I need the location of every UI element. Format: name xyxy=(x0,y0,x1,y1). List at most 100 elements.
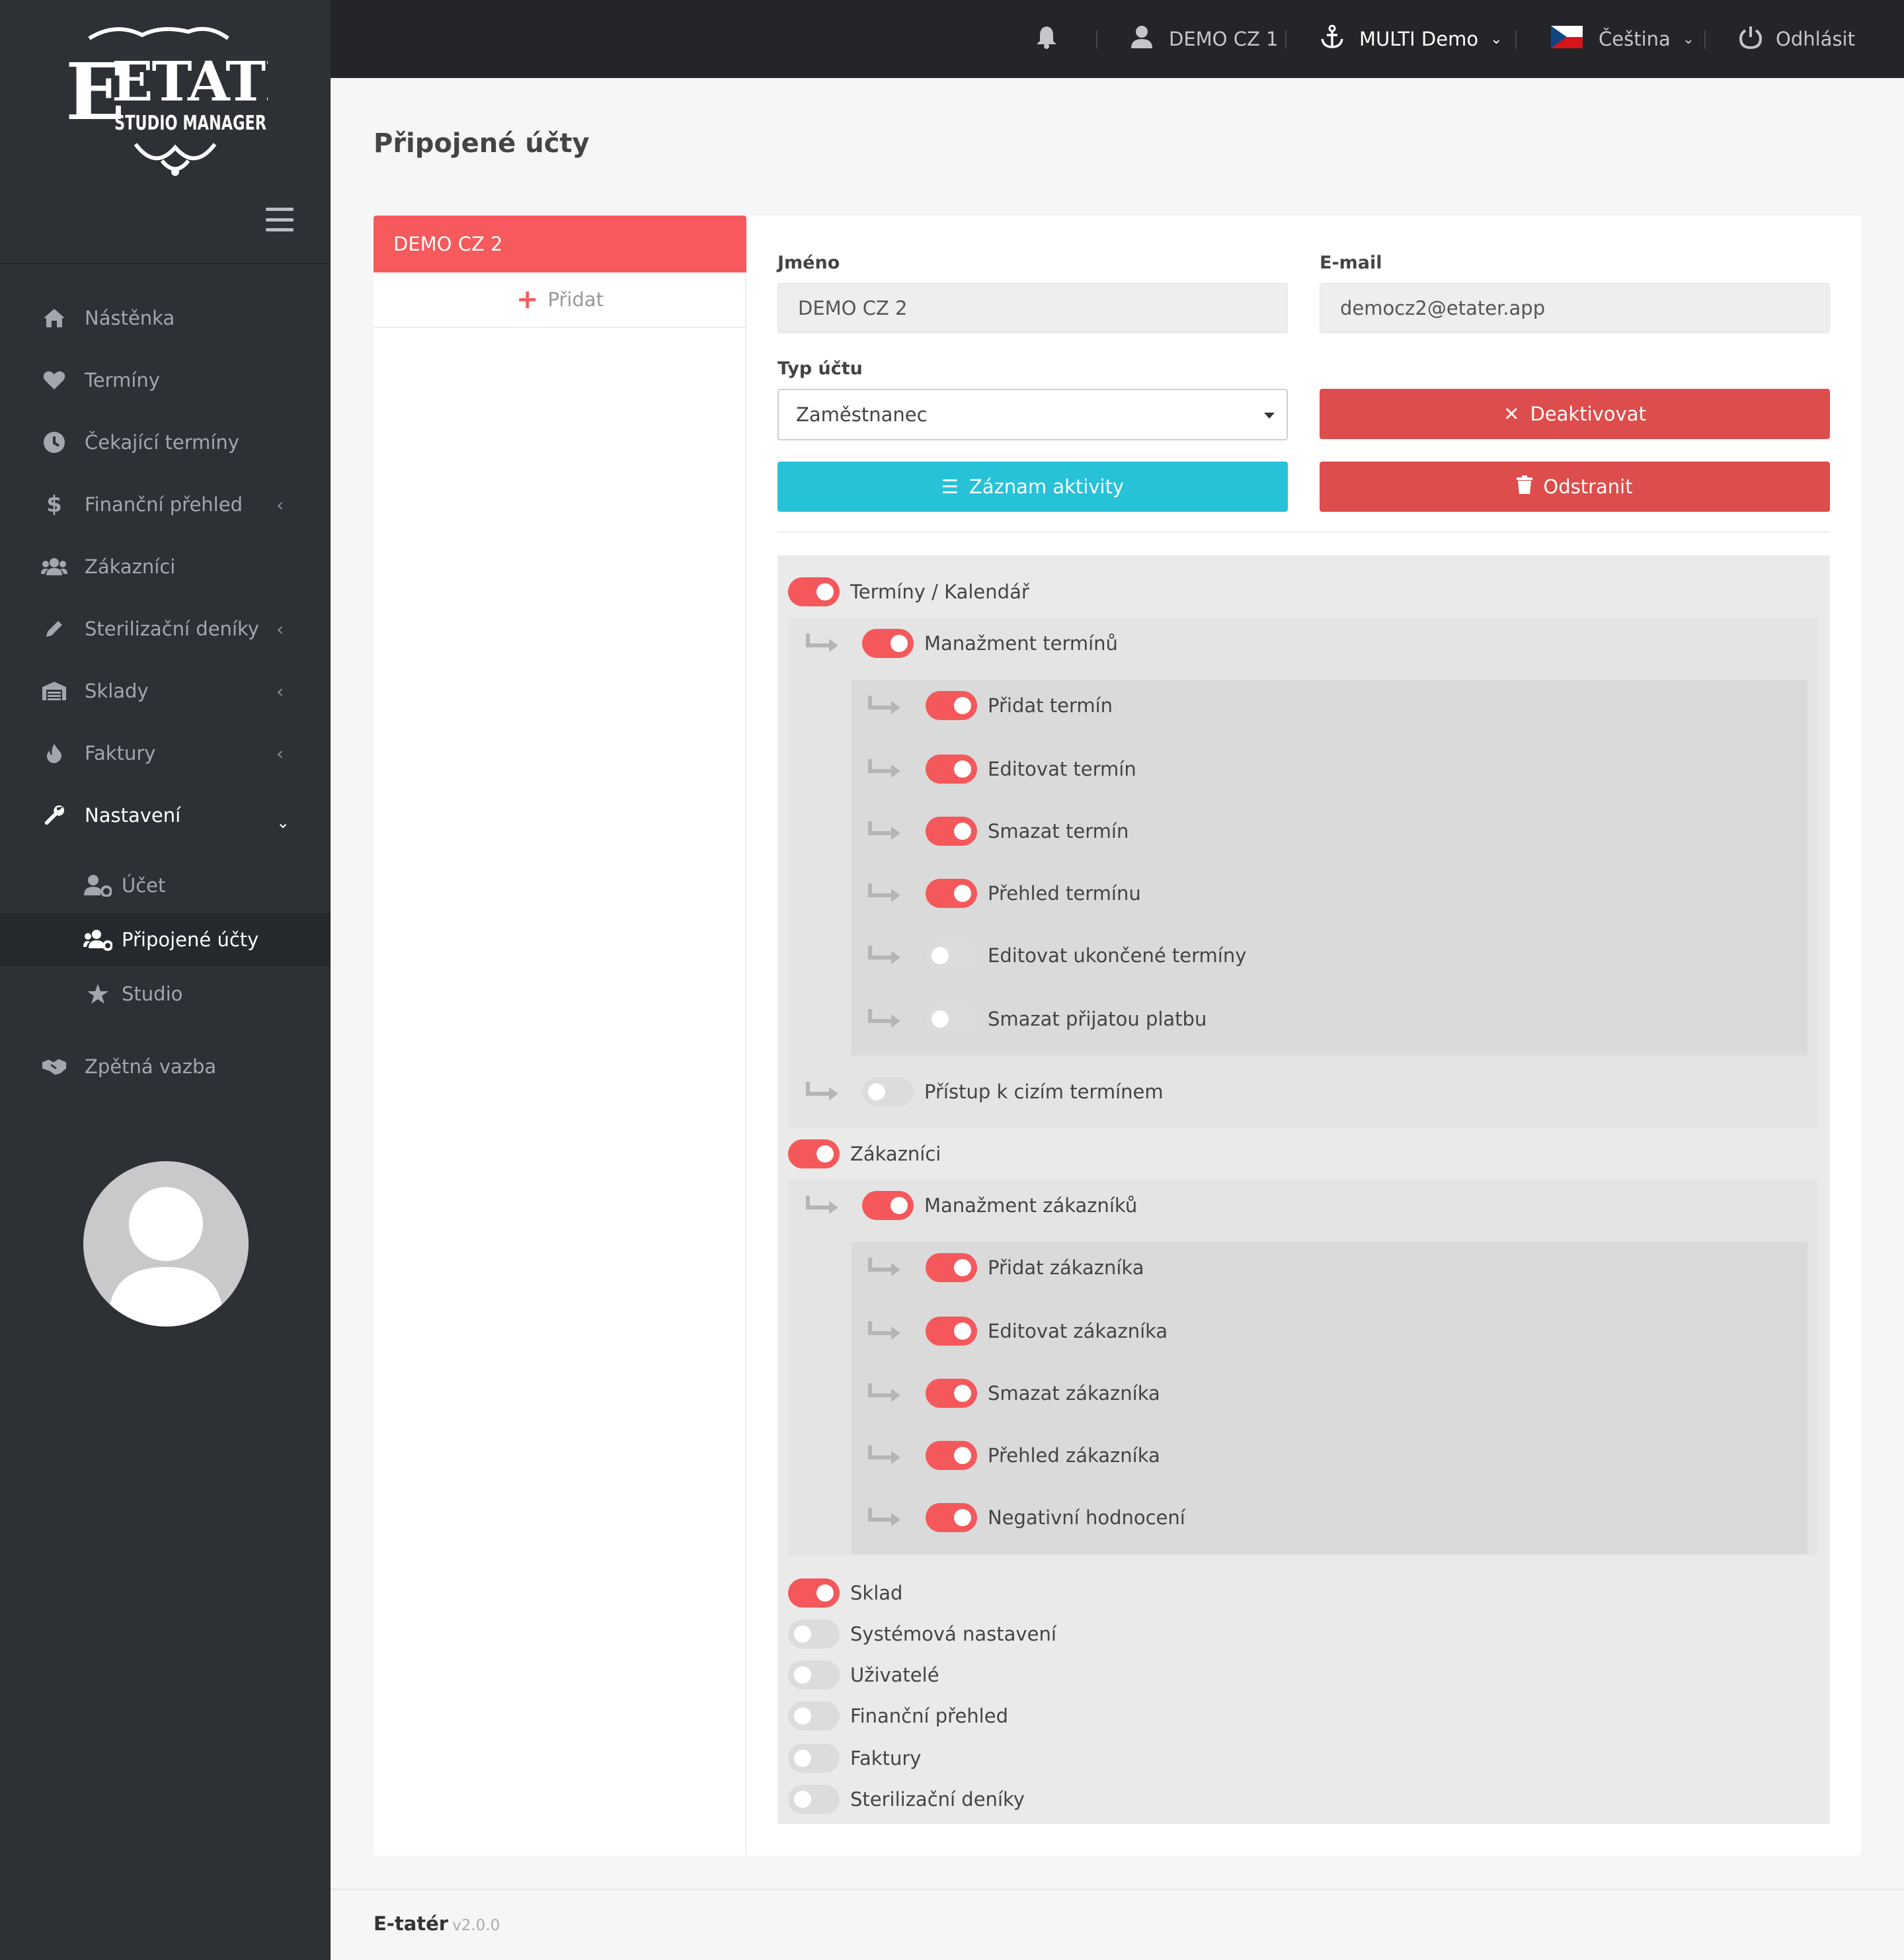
permission-toggle[interactable] xyxy=(926,1379,977,1408)
chevron-left-icon: ‹ xyxy=(276,618,284,640)
permission-toggle[interactable] xyxy=(926,879,977,908)
sidebar-item-warehouses[interactable]: Sklady ‹ xyxy=(0,660,331,722)
permission-toggle[interactable] xyxy=(788,1578,840,1608)
studio-switcher[interactable]: MULTI Demo ⌄ xyxy=(1320,0,1503,78)
sidebar-item-settings[interactable]: Nastavení ⌄ xyxy=(0,784,331,846)
permission-customer-item: Smazat zákazníka xyxy=(926,1377,1160,1410)
sidebar-subitem-label: Studio xyxy=(122,983,183,1005)
account-type-select[interactable]: Zaměstnanec xyxy=(777,389,1288,440)
user-menu[interactable]: DEMO CZ 1 xyxy=(1130,0,1279,78)
permissions-subgroup-appointments xyxy=(852,680,1807,1055)
notifications-button[interactable] xyxy=(1035,0,1058,78)
avatar[interactable] xyxy=(83,1161,249,1327)
permission-toggle[interactable] xyxy=(788,577,840,606)
sidebar-item-feedback[interactable]: Zpětná vazba xyxy=(0,1036,331,1098)
brand-logo[interactable]: E ETATÉR STUDIO MANAGER xyxy=(63,19,352,177)
subitem-arrow-icon xyxy=(867,1381,904,1407)
permission-toggle[interactable] xyxy=(788,1619,840,1649)
permission-label: Smazat termín xyxy=(988,820,1129,842)
sidebar-subitem-studio[interactable]: Studio xyxy=(0,967,331,1020)
permission-toggle[interactable] xyxy=(788,1139,840,1168)
language-switcher[interactable]: Čeština ⌄ xyxy=(1551,0,1694,78)
permission-label: Manažment termínů xyxy=(924,632,1118,655)
deactivate-button[interactable]: ✕ Deaktivovat xyxy=(1320,389,1830,439)
sidebar-subitem-connected-accounts[interactable]: Připojené účty xyxy=(0,913,331,966)
permission-label: Systémová nastavení xyxy=(850,1623,1056,1645)
footer-divider xyxy=(331,1889,1904,1890)
email-field[interactable]: democz2@etater.app xyxy=(1320,283,1830,333)
add-account-label: Přidat xyxy=(547,288,604,311)
permission-appointment-item: Editovat termín xyxy=(926,753,1136,786)
chevron-down-icon: ⌄ xyxy=(276,813,290,832)
permission-toggle[interactable] xyxy=(926,941,977,970)
permission-toggle[interactable] xyxy=(926,755,977,784)
permission-toggle[interactable] xyxy=(926,1503,977,1532)
permission-appointment-item: Smazat termín xyxy=(926,815,1129,848)
permission-toggle[interactable] xyxy=(926,1317,977,1346)
sidebar-item-label: Finanční přehled xyxy=(85,493,243,516)
chevron-down-icon: ⌄ xyxy=(1490,30,1503,48)
permission-label: Přehled zákazníka xyxy=(988,1444,1160,1467)
permission-toggle[interactable] xyxy=(862,1077,914,1106)
permission-toggle[interactable] xyxy=(862,629,914,658)
permission-toggle[interactable] xyxy=(788,1660,840,1690)
sidebar-item-label: Zákazníci xyxy=(85,555,176,578)
permission-label: Zákazníci xyxy=(850,1143,941,1165)
permission-label: Přístup k cizím termínem xyxy=(924,1081,1164,1103)
plus-icon: + xyxy=(516,284,539,315)
sidebar-item-customers[interactable]: Zákazníci xyxy=(0,536,331,598)
logout-button[interactable]: Odhlásit xyxy=(1739,0,1855,78)
chevron-down-icon: ⌄ xyxy=(1682,30,1695,48)
permission-label: Editovat termín xyxy=(988,758,1136,780)
permission-label: Přidat termín xyxy=(988,694,1113,717)
sidebar-item-sterilization[interactable]: Sterilizační deníky ‹ xyxy=(0,598,331,660)
permission-toggle[interactable] xyxy=(788,1701,840,1731)
permission-customer-item: Přidat zákazníka xyxy=(926,1251,1144,1284)
heart-icon xyxy=(41,367,67,393)
sidebar-item-invoices[interactable]: Faktury ‹ xyxy=(0,722,331,784)
footer: E-tatér v2.0.0 xyxy=(374,1912,500,1935)
sidebar-item-dashboard[interactable]: Nástěnka xyxy=(0,287,331,349)
delete-button[interactable]: Odstranit xyxy=(1320,462,1830,512)
permission-toggle[interactable] xyxy=(862,1191,914,1220)
caret-down-icon xyxy=(1264,413,1275,419)
clock-icon xyxy=(41,429,67,456)
sidebar-item-pending[interactable]: Čekající termíny xyxy=(0,411,331,473)
subitem-arrow-icon xyxy=(805,631,842,657)
sidebar-item-finance[interactable]: $ Finanční přehled ‹ xyxy=(0,473,331,536)
permission-label: Faktury xyxy=(850,1747,922,1770)
activity-log-button[interactable]: ☰ Záznam aktivity xyxy=(777,462,1288,512)
menu-toggle-icon[interactable] xyxy=(266,208,294,231)
permission-toggle[interactable] xyxy=(926,1004,977,1034)
permission-toggle[interactable] xyxy=(926,1441,977,1470)
permission-toggle[interactable] xyxy=(926,1253,977,1282)
form-divider xyxy=(777,532,1830,533)
permission-label: Editovat zákazníka xyxy=(988,1320,1168,1342)
activity-log-label: Záznam aktivity xyxy=(969,475,1125,498)
account-list: DEMO CZ 2 + Přidat xyxy=(374,216,746,1856)
add-account-button[interactable]: + Přidat xyxy=(374,272,746,328)
permission-toggle[interactable] xyxy=(926,817,977,846)
account-item-active[interactable]: DEMO CZ 2 xyxy=(374,216,746,272)
permission-top-level: Finanční přehled xyxy=(788,1699,1008,1733)
permission-toggle[interactable] xyxy=(788,1785,840,1814)
permission-customer-management: Manažment zákazníků xyxy=(862,1189,1137,1222)
sidebar-item-appointments[interactable]: Termíny xyxy=(0,349,331,411)
permission-label: Přehled termínu xyxy=(988,882,1141,905)
permission-customer-item: Přehled zákazníka xyxy=(926,1439,1160,1472)
subitem-arrow-icon xyxy=(805,1193,842,1219)
chevron-left-icon: ‹ xyxy=(276,493,284,516)
sidebar-subitem-label: Připojené účty xyxy=(122,928,259,951)
sidebar-subitem-account[interactable]: Účet xyxy=(0,859,331,912)
permission-customer-item: Negativní hodnocení xyxy=(926,1501,1185,1534)
permission-top-level: Faktury xyxy=(788,1742,921,1775)
permission-toggle[interactable] xyxy=(926,691,977,720)
sidebar-item-label: Nástěnka xyxy=(85,307,175,329)
fire-icon xyxy=(41,740,67,766)
topbar: DEMO CZ 1 MULTI Demo ⌄ Čeština ⌄ Odhlási… xyxy=(331,0,1904,78)
name-field[interactable]: DEMO CZ 2 xyxy=(777,283,1288,333)
sidebar-item-label: Sterilizační deníky xyxy=(85,618,259,640)
pencil-icon xyxy=(41,616,67,642)
permission-toggle[interactable] xyxy=(788,1744,840,1773)
anchor-icon xyxy=(1320,24,1345,54)
